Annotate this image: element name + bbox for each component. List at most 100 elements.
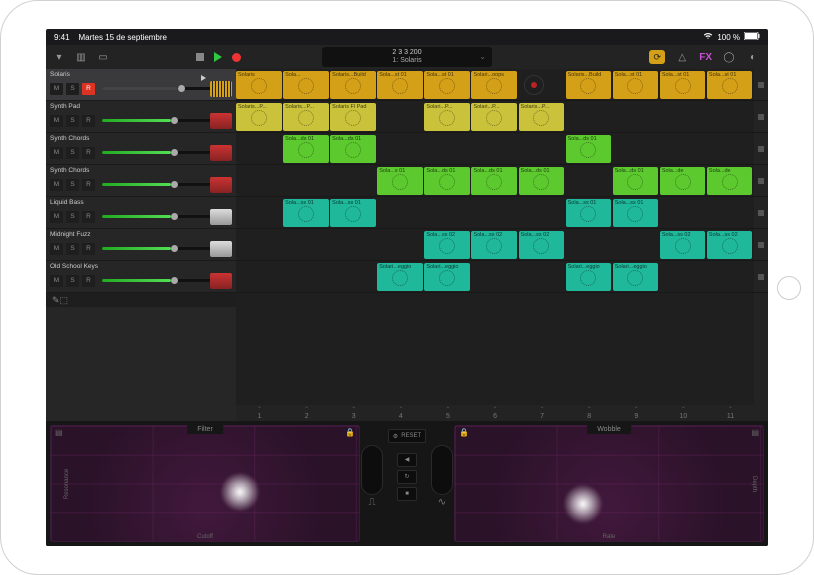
column-trigger[interactable]: ⌃5 [424,405,471,421]
instrument-icon[interactable] [210,241,232,257]
play-button[interactable] [214,52,222,62]
gate-pad-right[interactable] [431,445,453,495]
track-header[interactable]: Midnight Fuzz M S R [46,229,236,261]
fx-select-icon[interactable]: ▤ [55,428,63,437]
home-button[interactable] [777,276,801,300]
instrument-icon[interactable] [210,81,232,97]
clip-cell[interactable]: Sola...ds 01 [424,167,470,195]
clip-cell[interactable]: Sola...ss 02 [471,231,517,259]
clip-cell[interactable]: Solaris...P... [283,103,329,131]
lock-icon[interactable]: 🔒 [345,428,355,437]
column-trigger[interactable]: ⌃10 [660,405,707,421]
record-enable-button[interactable]: R [82,243,95,255]
clip-cell[interactable]: Sola...st 01 [613,71,659,99]
mute-button[interactable]: M [50,147,63,159]
clip-cell[interactable]: Solari...eggio [613,263,659,291]
clip-cell[interactable]: Solaris...Build [330,71,376,99]
clip-cell[interactable]: Solari...P... [471,103,517,131]
record-enable-button[interactable]: R [82,179,95,191]
reset-button[interactable]: ⚙RESET [388,429,426,443]
clip-cell[interactable]: Solari...oops [471,71,517,99]
clip-cell[interactable]: Solari...eggio [566,263,612,291]
track-header[interactable]: Solaris M S R [46,69,236,101]
gate-pad-left[interactable] [361,445,383,495]
scene-cell[interactable] [754,101,768,133]
clip-cell[interactable]: Solari...P... [424,103,470,131]
record-slot[interactable] [524,75,544,95]
clip-cell[interactable]: Sola...ss 01 [283,199,329,227]
mute-button[interactable]: M [50,83,63,95]
scene-cell[interactable] [754,133,768,165]
instrument-icon[interactable] [210,209,232,225]
clip-cell[interactable]: Sola...ds 01 [566,135,612,163]
track-header[interactable]: Synth Pad M S R [46,101,236,133]
stop-fx-button[interactable]: ■ [397,487,417,501]
lcd-display[interactable]: 2 3 3 200 1: Solaris ⌄ [322,47,492,67]
mute-button[interactable]: M [50,275,63,287]
track-header[interactable]: Old School Keys M S R [46,261,236,293]
mute-button[interactable]: M [50,243,63,255]
column-trigger[interactable]: ⌃6 [471,405,518,421]
dropdown-icon[interactable]: ▾ [52,50,66,64]
scratch-button[interactable]: ↻ [397,470,417,484]
record-enable-button[interactable]: R [82,211,95,223]
fx-select-icon[interactable]: ▤ [751,428,759,437]
reverse-button[interactable]: ◀ [397,453,417,467]
solo-button[interactable]: S [66,147,79,159]
column-trigger[interactable]: ⌃3 [330,405,377,421]
column-trigger[interactable]: ⌃11 [707,405,754,421]
clip-cell[interactable]: Sola...ds 01 [283,135,329,163]
solo-button[interactable]: S [66,115,79,127]
clip-cell[interactable]: Sola...ss 01 [566,199,612,227]
track-header[interactable]: Synth Chords M S R [46,165,236,197]
clip-cell[interactable]: Solaris Fl Pad [330,103,376,131]
clip-cell[interactable]: Solaris...Build [566,71,612,99]
clip-cell[interactable]: Solari...eggio [424,263,470,291]
clip-cell[interactable]: Solaris [236,71,282,99]
mute-button[interactable]: M [50,211,63,223]
solo-button[interactable]: S [66,243,79,255]
clip-cell[interactable]: Sola...ss 02 [707,231,753,259]
track-header[interactable]: Synth Chords M S R [46,133,236,165]
settings-icon[interactable]: ◐ [746,50,760,64]
solo-button[interactable]: S [66,179,79,191]
instrument-icon[interactable] [210,145,232,161]
clip-cell[interactable]: Sola...ss 01 [330,199,376,227]
solo-button[interactable]: S [66,83,79,95]
clip-cell[interactable]: Sola...st 01 [424,71,470,99]
clip-cell[interactable]: Sola...de [707,167,753,195]
clip-cell[interactable]: Sola...ds 01 [519,167,565,195]
browser-icon[interactable]: ▭ [96,50,110,64]
clip-cell[interactable]: Sola...ss 01 [613,199,659,227]
clip-cell[interactable]: Solaris...P... [519,103,565,131]
stop-button[interactable] [196,53,204,61]
clip-cell[interactable]: Sola...ds 01 [330,135,376,163]
record-enable-button[interactable]: R [82,147,95,159]
instrument-icon[interactable] [210,177,232,193]
clip-cell[interactable]: Solari...eggio [377,263,423,291]
metronome-icon[interactable]: △ [675,50,689,64]
edit-tools-icon[interactable]: ✎⬚ [52,295,68,306]
xy-pad-left[interactable]: ▤ Filter 🔒 Resonance Cutoff [50,425,360,542]
instrument-icon[interactable] [210,273,232,289]
record-enable-button[interactable]: R [82,115,95,127]
solo-button[interactable]: S [66,211,79,223]
cycle-button[interactable]: ⟳ [649,50,665,64]
mute-button[interactable]: M [50,179,63,191]
clip-cell[interactable]: Sola...ss 02 [660,231,706,259]
loop-icon[interactable]: ◯ [722,50,736,64]
xy-pad-right[interactable]: 🔒 Wobble ▤ Depth Rate [454,425,764,542]
solo-button[interactable]: S [66,275,79,287]
clip-cell[interactable]: Sola...st 01 [707,71,753,99]
column-trigger[interactable]: ⌃9 [613,405,660,421]
clip-cell[interactable]: Solaris...P... [236,103,282,131]
clip-cell[interactable]: Sola...st 01 [660,71,706,99]
instrument-icon[interactable] [210,113,232,129]
clip-cell[interactable]: Sola...ss 02 [424,231,470,259]
clip-cell[interactable]: Sola...s 01 [377,167,423,195]
record-enable-button[interactable]: R [82,83,95,95]
column-trigger[interactable]: ⌃2 [283,405,330,421]
clip-cell[interactable]: Sola...ss 02 [519,231,565,259]
column-trigger[interactable]: ⌃4 [377,405,424,421]
column-trigger[interactable]: ⌃8 [566,405,613,421]
